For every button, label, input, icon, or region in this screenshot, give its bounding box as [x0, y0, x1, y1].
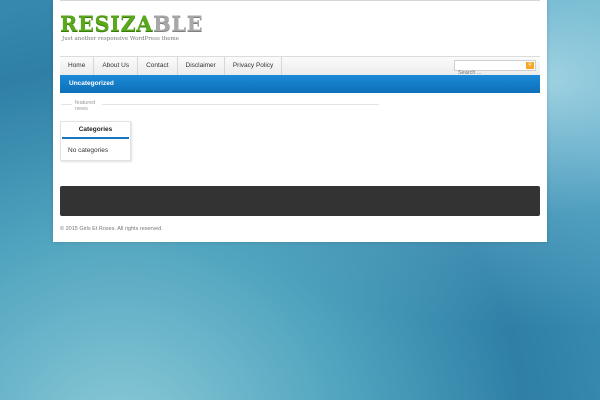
widget-title: Categories — [62, 122, 129, 139]
nav-item-privacy-policy[interactable]: Privacy Policy — [225, 57, 283, 75]
search-box: ⚲ — [454, 60, 536, 78]
top-divider — [60, 0, 540, 1]
page-container: RESIZABLE Just another responsive WordPr… — [53, 0, 547, 242]
site-logo[interactable]: RESIZABLE — [60, 11, 203, 36]
main-nav: Home About Us Contact Disclaimer Privacy… — [60, 56, 540, 78]
site-tagline: Just another responsive WordPress theme — [62, 36, 180, 42]
categories-widget: Categories No categories — [60, 121, 131, 161]
widget-body: No categories — [68, 147, 109, 154]
category-bar: Uncategorized — [60, 75, 540, 93]
logo-part-1: RESIZA — [60, 11, 154, 36]
logo-part-2: BLE — [153, 11, 204, 36]
search-icon: ⚲ — [528, 62, 532, 68]
search-button[interactable]: ⚲ — [526, 62, 534, 69]
nav-item-disclaimer[interactable]: Disclaimer — [178, 57, 225, 75]
featured-news-label: featured news — [72, 100, 102, 112]
nav-item-home[interactable]: Home — [60, 57, 95, 75]
category-label[interactable]: Uncategorized — [69, 80, 114, 87]
nav-item-about-us[interactable]: About Us — [94, 57, 139, 75]
featured-divider — [61, 104, 379, 105]
copyright-text: © 2015 Girls Et Roses. All rights reserv… — [60, 226, 163, 232]
footer-widget-area — [60, 186, 540, 216]
nav-item-contact[interactable]: Contact — [138, 57, 178, 75]
